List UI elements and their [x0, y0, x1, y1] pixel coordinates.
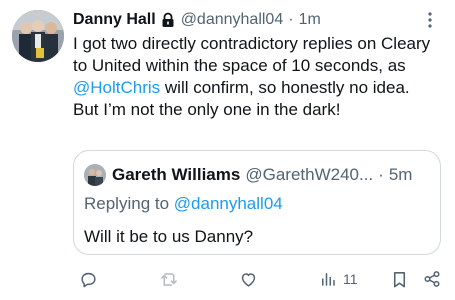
tweet-header: Danny Hall @dannyhall04 · 1m [73, 9, 443, 31]
replying-to: Replying to @dannyhall04 [84, 194, 283, 214]
views-count: 11 [343, 271, 358, 287]
quoted-avatar [84, 164, 106, 186]
lock-icon [161, 12, 175, 28]
reply-icon [79, 270, 98, 289]
tweet-text: I got two directly contradictory replies… [73, 33, 433, 121]
author-name[interactable]: Danny Hall [73, 11, 156, 29]
retweet-icon [159, 270, 179, 289]
avatar[interactable] [12, 10, 64, 62]
mention-link[interactable]: @HoltChris [73, 78, 160, 97]
replying-to-prefix: Replying to [84, 194, 174, 213]
action-bar: 11 [73, 268, 445, 292]
views-icon [319, 270, 337, 288]
separator: · [378, 165, 384, 184]
separator: · [288, 11, 294, 28]
quoted-tweet-text: Will it be to us Danny? [84, 227, 254, 246]
replying-to-handle[interactable]: @dannyhall04 [174, 194, 283, 213]
bookmark-button[interactable] [391, 270, 408, 289]
quoted-tweet-header: Gareth Williams @GarethW240... · 5m [84, 163, 430, 187]
author-handle[interactable]: @dannyhall04 [181, 11, 284, 29]
retweet-button[interactable] [159, 270, 179, 289]
tweet-text-part: I got two directly contradictory replies… [73, 34, 431, 75]
bookmark-icon [391, 270, 408, 289]
timestamp[interactable]: 1m [299, 11, 321, 29]
share-button[interactable] [423, 270, 441, 288]
share-icon [423, 270, 441, 288]
like-icon [239, 270, 258, 289]
quoted-author-name: Gareth Williams [112, 165, 241, 184]
quoted-timestamp: 5m [388, 165, 413, 184]
quoted-tweet[interactable]: Gareth Williams @GarethW240... · 5m Repl… [73, 150, 441, 255]
views-button[interactable]: 11 [319, 270, 358, 288]
reply-button[interactable] [79, 270, 98, 289]
more-icon[interactable] [421, 11, 439, 29]
like-button[interactable] [239, 270, 258, 289]
quoted-author-handle: @GarethW240... [245, 165, 374, 184]
